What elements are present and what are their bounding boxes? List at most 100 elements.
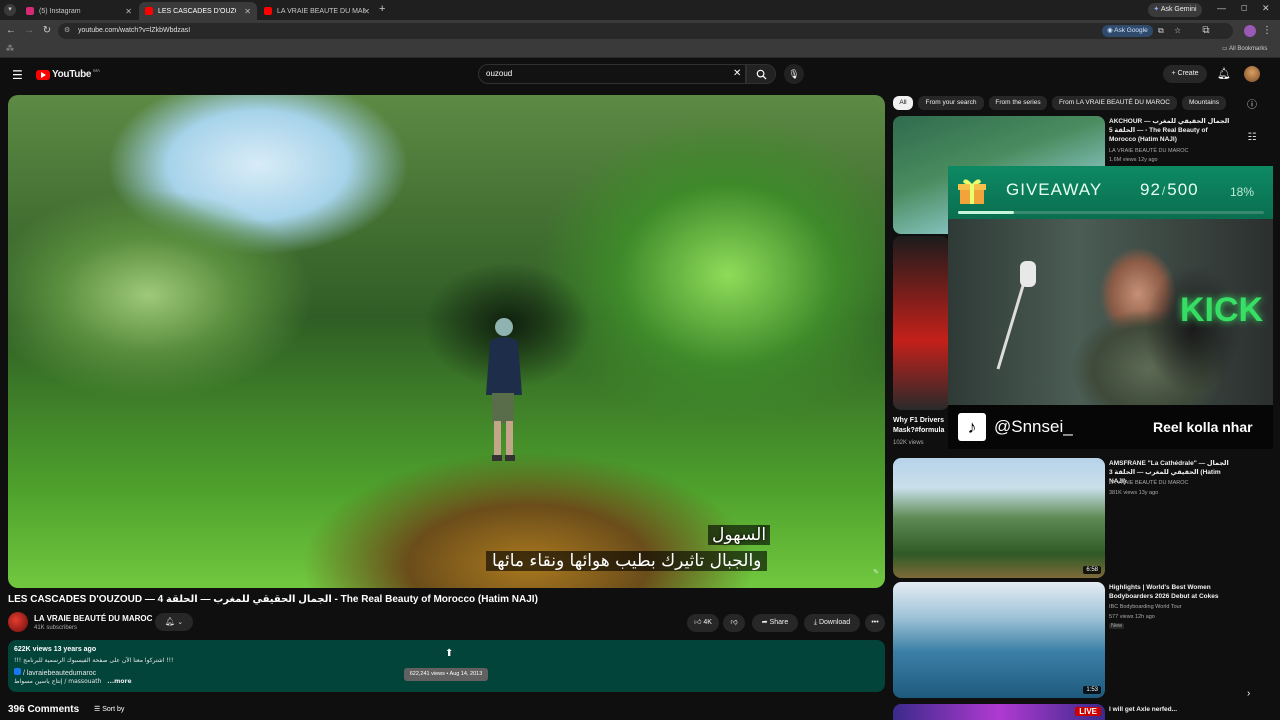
close-window-button[interactable]: ✕	[1262, 3, 1270, 14]
youtube-icon	[264, 7, 272, 15]
channel-name[interactable]: LA VRAIE BEAUTÉ DU MAROC	[34, 614, 152, 623]
tab-la-vraie-beaute[interactable]: LA VRAIE BEAUTÉ DU MAROC ✕	[258, 2, 376, 20]
video-duration: 1:53	[1083, 686, 1101, 694]
related-video-title[interactable]: Highlights | World's Best Women Bodyboar…	[1109, 583, 1231, 601]
chip-all[interactable]: All	[893, 96, 913, 110]
browser-tab-strip: ▾ (5) Instagram ✕ LES CASCADES D'OUZOUD …	[0, 0, 1280, 20]
back-icon[interactable]: ←	[4, 24, 18, 38]
notifications-bell-icon[interactable]: 🔔︎	[1217, 67, 1231, 80]
related-video-title[interactable]: I will get Axle nerfed...	[1109, 705, 1231, 714]
hamburger-menu-icon[interactable]: ☰	[12, 68, 23, 82]
chip-from-the-series[interactable]: From the series	[989, 96, 1047, 110]
create-button[interactable]: + Create	[1163, 65, 1207, 83]
chat-icon[interactable]: ☷	[1245, 131, 1259, 145]
video-player[interactable]: السهول والجبال تاثيرك بطيب هوائها ونقاء …	[8, 95, 885, 588]
reload-icon[interactable]: ↻	[40, 24, 54, 38]
related-video-channel[interactable]: LA VRAIE BEAUTÉ DU MAROC	[1109, 480, 1188, 486]
subtitle-line-1: السهول	[708, 525, 771, 545]
related-video-thumbnail[interactable]: LIVE	[893, 704, 1105, 720]
microphone-arm-icon	[996, 261, 1036, 370]
install-icon[interactable]: ⧉	[1158, 23, 1164, 39]
search-input[interactable]: ouzoud ✕	[478, 64, 746, 84]
country-badge: MA	[93, 68, 100, 73]
extensions-icon[interactable]: ⧉	[1199, 24, 1213, 38]
related-short-title[interactable]: Why F1 Drivers Mask?#formula	[893, 416, 951, 436]
download-label: Download	[818, 619, 851, 626]
close-tab-icon[interactable]: ✕	[125, 7, 132, 16]
address-bar[interactable]: ⚙ youtube.com/watch?v=lZkbWbdzasI ◉ Ask …	[58, 23, 1233, 39]
like-button[interactable]: 👍︎ 4K	[687, 614, 719, 632]
video-title: LES CASCADES D'OUZOUD — الجمال الحقيقي ل…	[8, 594, 538, 605]
create-label: Create	[1177, 70, 1199, 77]
subscriber-count: 41K subscribers	[34, 625, 78, 631]
close-tab-icon[interactable]: ✕	[244, 7, 251, 16]
tiktok-icon: ♪	[958, 413, 986, 441]
ask-gemini-label: Ask Gemini	[1160, 6, 1197, 13]
info-icon[interactable]: ⓘ	[1245, 99, 1259, 113]
channel-avatar[interactable]	[8, 612, 28, 632]
minimize-button[interactable]: —	[1217, 3, 1226, 13]
related-video-title[interactable]: AKCHOUR — الجمال الحقيقي للمغرب — الحلقة…	[1109, 117, 1231, 144]
voice-search-button[interactable]: 🎙	[784, 64, 804, 84]
related-video-channel[interactable]: IBC Bodyboarding World Tour	[1109, 604, 1182, 610]
download-button[interactable]: ⤓ Download	[804, 614, 860, 632]
tiktok-overlay: ♪ @Snnsei_ Reel kolla nhar	[948, 405, 1273, 449]
facebook-icon	[14, 668, 21, 675]
microphone-icon: 🎙	[788, 69, 800, 79]
bookmark-star-icon[interactable]: ☆	[1174, 23, 1181, 39]
apps-icon[interactable]: ⁂	[6, 44, 14, 53]
search-button[interactable]	[746, 64, 776, 84]
related-video-channel[interactable]: LA VRAIE BEAUTÉ DU MAROC	[1109, 148, 1188, 154]
chip-from-channel[interactable]: From LA VRAIE BEAUTÉ DU MAROC	[1052, 96, 1177, 110]
subscription-bell-button[interactable]: 🔔︎ ⌄	[155, 613, 193, 631]
ask-google-button[interactable]: ◉ Ask Google	[1102, 25, 1153, 37]
menu-icon[interactable]: ⋮	[1260, 24, 1274, 38]
close-tab-icon[interactable]: ✕	[363, 7, 370, 16]
chip-from-your-search[interactable]: From your search	[918, 96, 984, 110]
tab-list-button[interactable]: ▾	[4, 4, 16, 16]
related-short-thumbnail[interactable]	[893, 236, 949, 410]
giveaway-separator: /	[1161, 184, 1167, 198]
maximize-button[interactable]: ◻	[1241, 3, 1248, 12]
related-video-thumbnail[interactable]: 6:58	[893, 458, 1105, 578]
ask-google-label: Ask Google	[1114, 27, 1148, 34]
account-avatar[interactable]	[1244, 66, 1260, 82]
sort-comments-button[interactable]: ☰ Sort by	[94, 705, 124, 713]
credits-line: إنتاج ياسين مسواط / massouath ...more	[14, 678, 132, 685]
more-actions-button[interactable]: •••	[865, 614, 885, 632]
youtube-wordmark: YouTube	[52, 69, 92, 80]
all-bookmarks-button[interactable]: ▭ All Bookmarks	[1222, 45, 1267, 52]
sort-label: Sort by	[102, 706, 125, 713]
related-video-meta: 381K views 13y ago	[1109, 490, 1159, 496]
description-more-link[interactable]: ...more	[107, 678, 131, 685]
tiktok-caption: Reel kolla nhar	[1153, 419, 1253, 435]
ask-gemini-button[interactable]: ✦ Ask Gemini	[1148, 3, 1202, 17]
url-text: youtube.com/watch?v=lZkbWbdzasI	[78, 27, 191, 34]
share-button[interactable]: ➦ Share	[752, 614, 798, 632]
tiktok-handle: @Snnsei_	[994, 417, 1073, 436]
forward-icon[interactable]: →	[22, 24, 36, 38]
giveaway-label: GIVEAWAY	[1006, 180, 1103, 199]
new-tab-button[interactable]: +	[379, 3, 385, 15]
giveaway-progress-fill	[958, 211, 1015, 214]
mouse-cursor-icon: ⬆	[445, 648, 454, 659]
youtube-logo[interactable]: YouTube MA	[36, 68, 100, 80]
profile-avatar[interactable]	[1244, 25, 1256, 37]
comments-count: 396 Comments	[8, 704, 80, 715]
credits-text: إنتاج ياسين مسواط / massouath	[14, 678, 102, 685]
site-info-icon[interactable]: ⚙	[64, 23, 70, 39]
like-count: 4K	[703, 619, 712, 626]
browser-toolbar: ← → ↻ ⚙ youtube.com/watch?v=lZkbWbdzasI …	[0, 20, 1280, 42]
tab-instagram[interactable]: (5) Instagram ✕	[20, 2, 138, 20]
scroll-next-chevron-icon[interactable]: ›	[1247, 688, 1250, 699]
facebook-link[interactable]: / lavraiebeautedumaroc	[14, 668, 96, 677]
giveaway-count: 92/500	[1140, 180, 1199, 200]
tab-les-cascades[interactable]: LES CASCADES D'OUZOUD ✕	[139, 2, 257, 20]
dislike-button[interactable]: 👎︎	[723, 614, 745, 632]
chip-mountains[interactable]: Mountains	[1182, 96, 1226, 110]
more-icon: •••	[871, 619, 879, 626]
view-count-date: 622K views 13 years ago	[14, 646, 97, 653]
related-video-thumbnail[interactable]: 1:53	[893, 582, 1105, 698]
clear-search-icon[interactable]: ✕	[733, 65, 741, 83]
youtube-icon	[145, 7, 153, 15]
